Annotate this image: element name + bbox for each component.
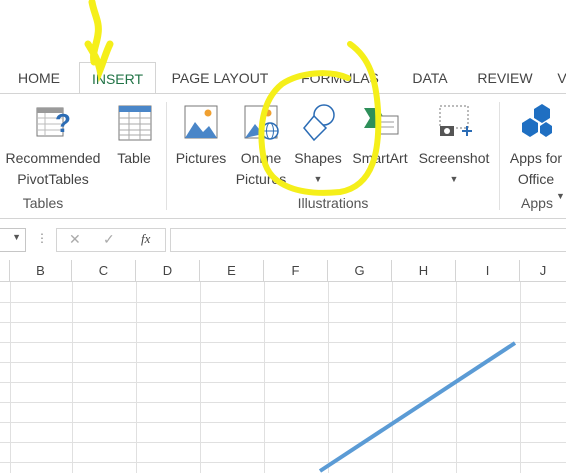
annotation-overlay xyxy=(84,0,517,473)
highlight-circle-mark xyxy=(258,41,382,196)
chart-series-line[interactable] xyxy=(318,341,517,473)
highlight-arrow-mark xyxy=(84,0,114,83)
